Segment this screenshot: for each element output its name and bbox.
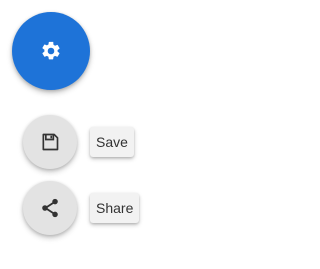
share-tooltip: Share bbox=[90, 193, 140, 223]
speed-dial: Save Share bbox=[0, 0, 234, 269]
floppy-disk-icon bbox=[40, 132, 60, 152]
share-icon bbox=[39, 197, 61, 219]
share-button[interactable] bbox=[23, 181, 77, 235]
speed-dial-main-button[interactable] bbox=[12, 12, 90, 90]
save-tooltip: Save bbox=[90, 127, 134, 157]
save-button[interactable] bbox=[23, 115, 77, 169]
gear-icon bbox=[40, 40, 62, 62]
